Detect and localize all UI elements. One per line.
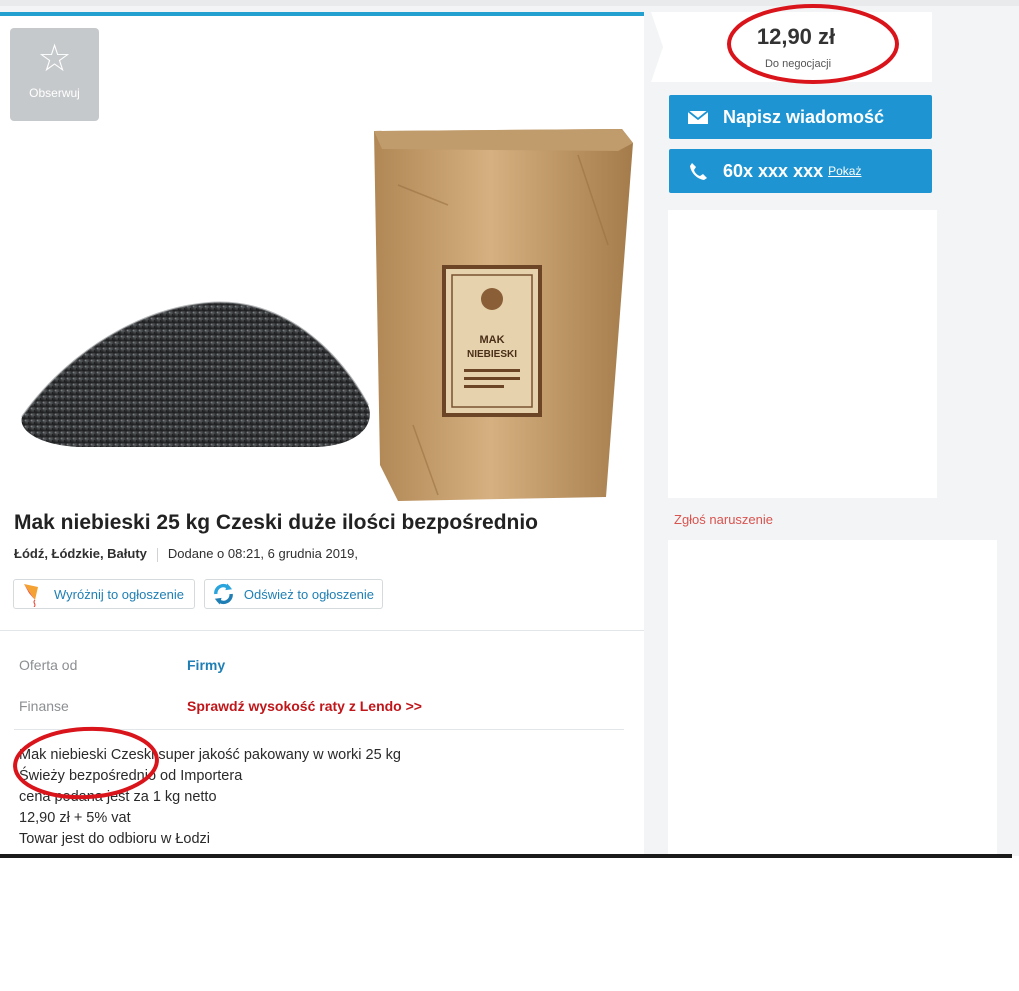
highlight-ad-button[interactable]: Wyróżnij to ogłoszenie (13, 579, 195, 609)
detail-value-offer[interactable]: Firmy (187, 657, 225, 673)
divider (14, 729, 624, 730)
bag-label-line2: NIEBIESKI (467, 349, 517, 360)
observe-label: Obserwuj (29, 86, 80, 100)
divider (156, 547, 158, 562)
refresh-ad-button[interactable]: Odśwież to ogłoszenie (204, 579, 383, 609)
report-link[interactable]: Zgłoś naruszenie (674, 512, 773, 527)
send-message-label: Napisz wiadomość (723, 106, 885, 127)
highlight-ad-label: Wyróżnij to ogłoszenie (54, 586, 184, 602)
detail-key-offer: Oferta od (19, 657, 78, 673)
ad-slot (668, 540, 997, 856)
location-row: Łódź, Łódzkie, Bałuty Dodane o 08:21, 6 g… (14, 546, 358, 562)
phone-button[interactable]: 60x xxx xxx Pokaż (669, 149, 932, 193)
listing-page: ☆ Obserwuj MAK NIEBIESKI Mak niebieski 2… (0, 0, 1019, 856)
send-message-button[interactable]: Napisz wiadomość (669, 95, 932, 139)
added-date: Dodane o 08:21, 6 grudnia 2019, (167, 546, 359, 561)
divider (0, 630, 644, 631)
description-line: Mak niebieski Czeski super jakość pakowa… (19, 747, 401, 763)
poppy-seed-pile (21, 302, 370, 447)
top-strip (0, 0, 1019, 6)
description-line: Świeży bezpośrednio od Importera (19, 768, 243, 784)
crop-edge-line (0, 854, 1012, 858)
paper-bag: MAK NIEBIESKI (374, 129, 633, 501)
kite-icon (24, 584, 38, 607)
envelope-icon (687, 110, 709, 124)
listing-title: Mak niebieski 25 kg Czeski duże ilości b… (14, 511, 539, 534)
bag-label-line1: MAK (479, 334, 504, 346)
refresh-ad-label: Odśwież to ogłoszenie (243, 586, 374, 602)
location-text: Łódź, Łódzkie, Bałuty (14, 546, 147, 561)
phone-number: 60x xxx xxx (723, 160, 824, 181)
price: 12,90 zł (756, 24, 836, 49)
description-line: cena podana jest za 1 kg netto (19, 789, 217, 805)
negotiable-label: Do negocjacji (764, 58, 832, 70)
phone-icon (690, 163, 707, 180)
description: Mak niebieski Czeski super jakość pakowa… (19, 745, 401, 850)
refresh-icon (214, 583, 233, 605)
product-photo[interactable]: MAK NIEBIESKI (18, 125, 638, 503)
show-phone-link[interactable]: Pokaż (828, 164, 861, 178)
description-line: Towar jest do odbioru w Łodzi (19, 831, 211, 847)
star-outline-icon: ☆ (37, 38, 72, 80)
lendo-link[interactable]: Sprawdź wysokość raty z Lendo >> (187, 698, 422, 714)
description-line: 12,90 zł + 5% vat (19, 810, 131, 826)
detail-key-finance: Finanse (19, 698, 69, 714)
ad-slot (668, 210, 937, 498)
observe-button[interactable]: ☆ Obserwuj (10, 28, 99, 121)
